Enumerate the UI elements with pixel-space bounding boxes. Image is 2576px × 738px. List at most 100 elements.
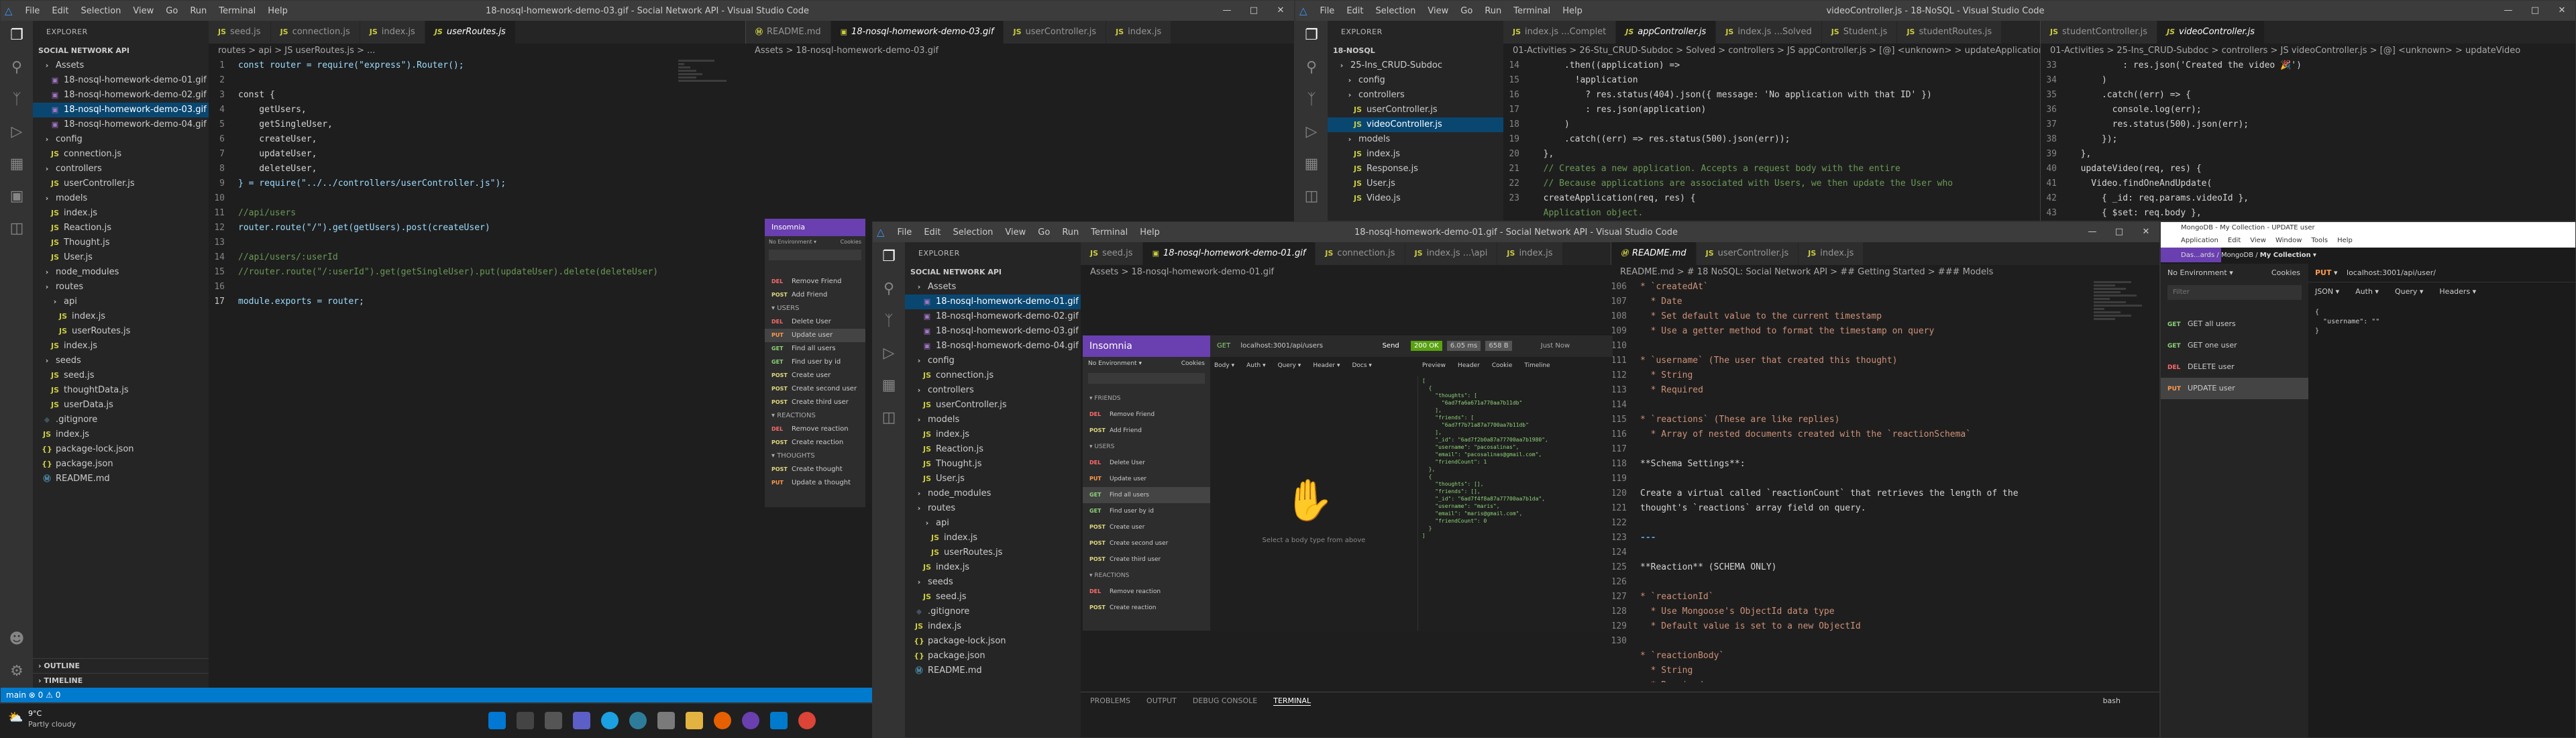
source-control-icon[interactable]: ᛉ	[7, 91, 26, 109]
resp-tab-timeline[interactable]: Timeline	[1524, 362, 1550, 369]
request-item[interactable]: DEL Remove Friend	[765, 275, 865, 288]
request-item[interactable]: POST Create third user	[1083, 551, 1210, 568]
file-item[interactable]: ◆ .gitignore	[33, 413, 209, 427]
run-debug-icon[interactable]: ▷	[879, 344, 898, 363]
folder-users[interactable]: ▾ USERS	[765, 302, 865, 315]
req-tab-docs[interactable]: Docs ▾	[1352, 362, 1371, 369]
mongo-request-item[interactable]: DEL DELETE user	[2161, 356, 2308, 378]
source-control-icon[interactable]: ᛉ	[879, 312, 898, 331]
menu-item-run[interactable]: Run	[184, 6, 213, 16]
filter-input[interactable]	[769, 250, 861, 260]
status-branch[interactable]: main ⊗ 0 ⚠ 0	[6, 690, 60, 700]
project-link[interactable]: MongoDB	[2221, 252, 2253, 259]
file-item[interactable]: ▣ 18-nosql-homework-demo-02.gif	[905, 309, 1081, 324]
req-tab-auth[interactable]: Auth ▾	[1246, 362, 1265, 369]
file-item[interactable]: {} package.json	[33, 457, 209, 472]
file-item[interactable]: JS userController.js	[905, 398, 1081, 413]
request-item[interactable]: POST Add Friend	[765, 288, 865, 302]
request-item[interactable]: POST Create second user	[1083, 535, 1210, 551]
timeline-section[interactable]: › TIMELINE	[33, 673, 209, 688]
menu-item-edit[interactable]: Edit	[918, 227, 947, 238]
file-item[interactable]: JS Reaction.js	[33, 221, 209, 235]
maximize-icon[interactable]: □	[1240, 1, 1267, 21]
editor-tab[interactable]: JS Student.js	[1821, 21, 1898, 44]
file-item[interactable]: JS index.js	[905, 531, 1081, 545]
file-item[interactable]: {} package.json	[905, 649, 1081, 664]
account-icon[interactable]: ☻	[7, 630, 26, 649]
env-selector-mongo[interactable]: No Environment ▾ Cookies	[2161, 264, 2308, 282]
menu-item-terminal[interactable]: Terminal	[1507, 6, 1556, 16]
extensions-icon[interactable]: ▦	[1302, 155, 1321, 174]
request-item[interactable]: POST Create reaction	[1083, 600, 1210, 616]
run-debug-icon[interactable]: ▷	[7, 123, 26, 142]
file-item[interactable]: JS userRoutes.js	[33, 324, 209, 339]
request-item[interactable]: DEL Remove reaction	[1083, 584, 1210, 600]
request-item[interactable]: DEL Delete User	[765, 315, 865, 329]
folder-item[interactable]: › config	[1328, 73, 1503, 88]
menu-item-view[interactable]: View	[127, 6, 160, 16]
menu-item-selection[interactable]: Selection	[75, 6, 127, 16]
chat-icon[interactable]	[573, 712, 590, 729]
minimize-icon[interactable]: —	[1214, 1, 1240, 21]
edge-icon[interactable]	[601, 712, 619, 729]
menu-item-help[interactable]: Help	[1556, 6, 1589, 16]
menu-item-selection[interactable]: Selection	[947, 227, 1000, 238]
start-icon[interactable]	[488, 712, 506, 729]
gear-icon[interactable]: ⚙	[7, 662, 26, 681]
maximize-icon[interactable]: □	[2106, 222, 2133, 242]
folder-item[interactable]: › controllers	[33, 162, 209, 176]
file-item[interactable]: JS connection.js	[905, 368, 1081, 383]
folder-item[interactable]: › models	[1328, 132, 1503, 147]
store-icon[interactable]	[657, 712, 675, 729]
search-icon[interactable]	[517, 712, 534, 729]
insomnia-menu-edit[interactable]: Edit	[2228, 234, 2241, 248]
file-item[interactable]: JS Reaction.js	[905, 442, 1081, 457]
req-tab-query[interactable]: Query ▾	[1278, 362, 1301, 369]
code-editor-a[interactable]: 14 .then((application) => 15 !application…	[1503, 58, 2040, 221]
menu-item-go[interactable]: Go	[1032, 227, 1056, 238]
editor-tab[interactable]: ▣ 18-nosql-homework-demo-01.gif	[1142, 242, 1316, 265]
menu-item-run[interactable]: Run	[1479, 6, 1507, 16]
folder-thoughts[interactable]: ▾ THOUGHTS	[765, 450, 865, 463]
editor-tab[interactable]: JS videoController.js	[2157, 21, 2265, 44]
request-item[interactable]: POST Create reaction	[765, 436, 865, 450]
mongo-tab-json[interactable]: JSON ▾	[2315, 282, 2339, 301]
mongo-tab-query[interactable]: Query ▾	[2395, 282, 2423, 301]
request-item[interactable]: POST Add Friend	[1083, 423, 1210, 439]
chrome-icon[interactable]	[798, 712, 816, 729]
editor-tab[interactable]: JS index.js	[360, 21, 425, 44]
close-icon[interactable]: ✕	[1267, 1, 1294, 21]
menu-item-selection[interactable]: Selection	[1370, 6, 1422, 16]
folder-item[interactable]: › config	[33, 132, 209, 147]
request-item[interactable]: PUT Update user	[765, 329, 865, 342]
file-item[interactable]: JS index.js	[1328, 147, 1503, 162]
file-item[interactable]: JS index.js	[905, 427, 1081, 442]
request-item[interactable]: GET Find user by id	[765, 356, 865, 369]
editor-tab[interactable]: JS index.js ...Solved	[1716, 21, 1822, 44]
file-item[interactable]: ▣ 18-nosql-homework-demo-02.gif	[33, 88, 209, 103]
req-tab-body[interactable]: Body ▾	[1214, 362, 1234, 369]
file-item[interactable]: JS userData.js	[33, 398, 209, 413]
folder-item[interactable]: › seeds	[905, 575, 1081, 590]
file-item[interactable]: JS userController.js	[1328, 103, 1503, 117]
request-item[interactable]: POST Create user	[765, 369, 865, 382]
file-item[interactable]: JS index.js	[905, 560, 1081, 575]
request-item[interactable]: GET Find all users	[1083, 487, 1210, 503]
request-item[interactable]: POST Create thought	[765, 463, 865, 476]
vscode-app-icon[interactable]	[770, 712, 788, 729]
terminal-shell[interactable]: bash	[2103, 696, 2121, 705]
editor-tab[interactable]: Ⓜ README.md	[1611, 242, 1697, 265]
file-item[interactable]: {} package-lock.json	[905, 634, 1081, 649]
file-item[interactable]: JS User.js	[905, 472, 1081, 486]
editor-tab[interactable]: JS index.js ...\api	[1405, 242, 1498, 265]
task-view-icon[interactable]	[545, 712, 562, 729]
editor-tab[interactable]: ▣ 18-nosql-homework-demo-03.gif	[830, 21, 1004, 44]
panel-tab-output[interactable]: OUTPUT	[1146, 696, 1177, 706]
folder-item[interactable]: › Assets	[33, 58, 209, 73]
menu-item-file[interactable]: File	[892, 227, 918, 238]
minimize-icon[interactable]: —	[2079, 222, 2106, 242]
insomnia-menu-window[interactable]: Window	[2275, 234, 2302, 248]
menu-item-file[interactable]: File	[19, 6, 46, 16]
req-tab-header[interactable]: Header ▾	[1313, 362, 1340, 369]
database-icon[interactable]: ◫	[7, 219, 26, 238]
